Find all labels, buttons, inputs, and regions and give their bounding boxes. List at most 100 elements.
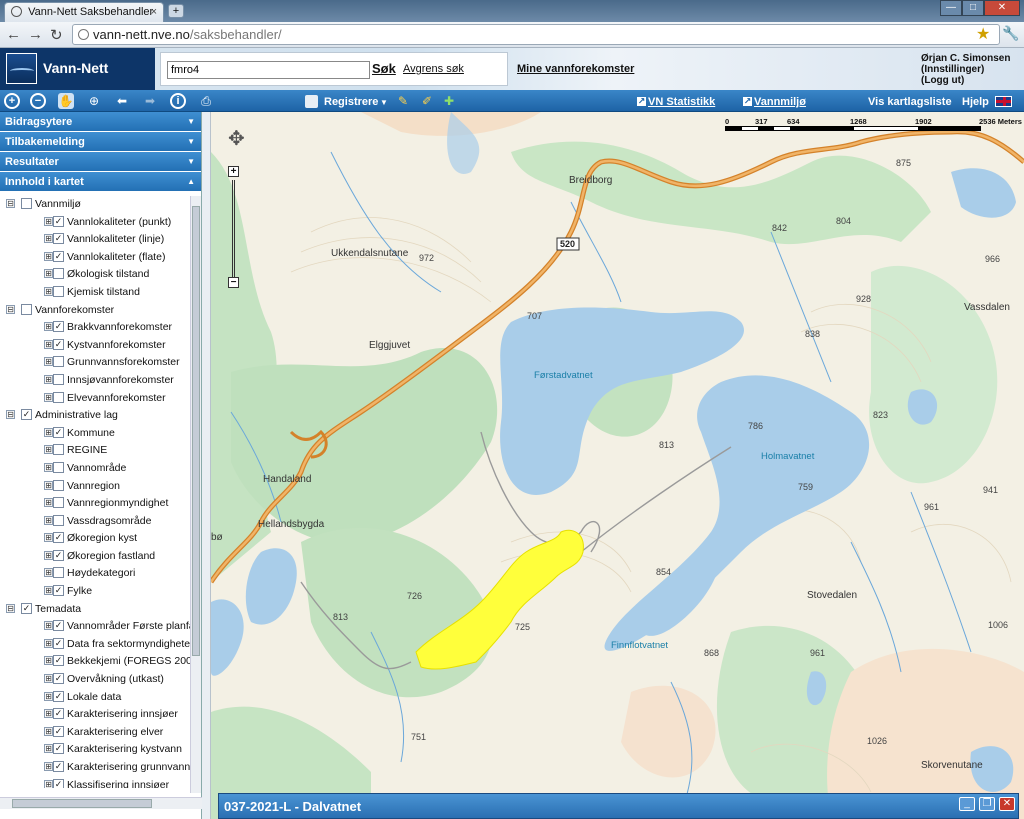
app-brand[interactable]: Vann-Nett: [0, 48, 155, 90]
layer-checkbox[interactable]: [53, 373, 64, 385]
expand-icon[interactable]: ⊞: [44, 726, 53, 736]
layer-tree-item[interactable]: ⊞ ✓ Fylke: [0, 583, 190, 601]
layer-tree-item[interactable]: ⊞ ✓ Vannlokaliteter (flate): [0, 249, 190, 267]
panel-splitter[interactable]: [202, 112, 211, 819]
help-link[interactable]: Hjelp: [962, 96, 989, 108]
layer-tree-item[interactable]: ⊟ ✓ Temadata: [0, 601, 190, 619]
layer-tree-item[interactable]: ⊞ ✓ Klassifisering innsjøer: [0, 777, 190, 788]
wrench-icon[interactable]: 🔧: [1002, 25, 1019, 42]
forward-button[interactable]: →: [28, 26, 43, 43]
expand-icon[interactable]: ⊞: [44, 392, 53, 402]
layer-tree-item[interactable]: ⊞ Økologisk tilstand: [0, 266, 190, 284]
pan-control-icon[interactable]: ✥: [228, 126, 252, 156]
expand-icon[interactable]: ⊞: [44, 586, 53, 596]
sidebar-vertical-scrollbar[interactable]: [190, 196, 201, 793]
add-object-icon[interactable]: ✚: [441, 93, 457, 109]
expand-icon[interactable]: ⊞: [44, 691, 53, 701]
expand-icon[interactable]: ⊞: [44, 357, 53, 367]
collapse-icon[interactable]: ⊟: [6, 199, 15, 208]
layer-checkbox[interactable]: [53, 268, 64, 280]
layer-checkbox[interactable]: ✓: [21, 409, 32, 421]
window-maximize-button[interactable]: □: [962, 0, 984, 16]
layer-tree-item[interactable]: ⊞ Grunnvannsforekomster: [0, 354, 190, 372]
search-button[interactable]: Søk: [372, 61, 396, 76]
expand-icon[interactable]: ⊞: [44, 656, 53, 666]
print-icon[interactable]: ⎙: [198, 93, 214, 109]
scrollbar-thumb[interactable]: [12, 799, 152, 808]
back-button[interactable]: ←: [6, 26, 21, 43]
layer-checkbox[interactable]: ✓: [53, 250, 64, 262]
layer-checkbox[interactable]: [53, 356, 64, 368]
dialog-minimize-button[interactable]: _: [959, 797, 975, 811]
expand-icon[interactable]: ⊞: [44, 709, 53, 719]
section-tilbakemelding[interactable]: Tilbakemelding ▼: [0, 132, 201, 152]
zoom-out-icon[interactable]: −: [30, 93, 46, 109]
zoom-extent-icon[interactable]: ⊕: [86, 93, 102, 109]
layer-checkbox[interactable]: ✓: [53, 338, 64, 350]
dialog-close-button[interactable]: ✕: [999, 797, 1015, 811]
layer-tree-item[interactable]: ⊞ ✓ Kystvannforekomster: [0, 337, 190, 355]
layer-checkbox[interactable]: ✓: [53, 655, 64, 667]
expand-icon[interactable]: ⊞: [44, 445, 53, 455]
layer-tree-item[interactable]: ⊞ ✓ Data fra sektormyndighete: [0, 636, 190, 654]
layer-checkbox[interactable]: ✓: [53, 233, 64, 245]
expand-icon[interactable]: ⊞: [44, 427, 53, 437]
window-minimize-button[interactable]: —: [940, 0, 962, 16]
map-view[interactable]: Breidborg Ukkendalsnutane Elggjuvet Førs…: [211, 112, 1024, 819]
layer-checkbox[interactable]: ✓: [21, 602, 32, 614]
expand-icon[interactable]: ⊞: [44, 779, 53, 788]
previous-extent-icon[interactable]: ⬅: [114, 93, 130, 109]
dialog-restore-button[interactable]: ❐: [979, 797, 995, 811]
pan-hand-icon[interactable]: ✋: [58, 93, 74, 109]
zoom-in-icon[interactable]: +: [4, 93, 20, 109]
layer-checkbox[interactable]: ✓: [53, 585, 64, 597]
scrollbar-thumb[interactable]: [192, 206, 200, 656]
expand-icon[interactable]: ⊞: [44, 251, 53, 261]
vannmiljo-link[interactable]: Vannmiljø: [754, 96, 806, 108]
register-menu[interactable]: Registrere: [324, 96, 378, 108]
expand-icon[interactable]: ⊞: [44, 638, 53, 648]
draw-tool-icon[interactable]: ✐: [419, 93, 435, 109]
expand-icon[interactable]: ⊞: [44, 480, 53, 490]
expand-icon[interactable]: ⊞: [44, 550, 53, 560]
section-resultater[interactable]: Resultater ▼: [0, 152, 201, 172]
layer-tree-item[interactable]: ⊞ ✓ Brakkvannforekomster: [0, 319, 190, 337]
layer-checkbox[interactable]: [53, 497, 64, 509]
expand-icon[interactable]: ⊞: [44, 568, 53, 578]
layer-tree-item[interactable]: ⊞ ✓ Karakterisering grunnvann: [0, 759, 190, 777]
layer-tree-item[interactable]: ⊞ ✓ Overvåkning (utkast): [0, 671, 190, 689]
browser-tab[interactable]: Vann-Nett Saksbehandler ×: [4, 2, 164, 22]
logout-link[interactable]: (Logg ut): [921, 75, 1010, 86]
address-bar[interactable]: vann-nett.nve.no/saksbehandler/: [72, 24, 1000, 45]
layer-tree-item[interactable]: ⊞ Høydekategori: [0, 565, 190, 583]
layer-tree-item[interactable]: ⊞ ✓ Bekkekjemi (FOREGS 2008: [0, 653, 190, 671]
layer-checkbox[interactable]: [21, 303, 32, 315]
collapse-icon[interactable]: ⊟: [6, 304, 15, 314]
layer-tree-item[interactable]: ⊞ ✓ Lokale data: [0, 689, 190, 707]
next-extent-icon[interactable]: ➡: [142, 93, 158, 109]
layer-checkbox[interactable]: ✓: [53, 549, 64, 561]
layer-checkbox[interactable]: ✓: [53, 620, 64, 632]
layer-checkbox[interactable]: [21, 198, 32, 209]
expand-icon[interactable]: ⊞: [44, 762, 53, 771]
layer-tree-item[interactable]: ⊞ ✓ Karakterisering innsjøer: [0, 706, 190, 724]
info-icon[interactable]: i: [170, 93, 186, 109]
english-flag-icon[interactable]: [995, 96, 1012, 107]
layer-tree-item[interactable]: ⊞ Kjemisk tilstand: [0, 284, 190, 302]
expand-icon[interactable]: ⊞: [44, 286, 53, 296]
expand-icon[interactable]: ⊞: [44, 674, 53, 684]
expand-icon[interactable]: ⊞: [44, 234, 53, 244]
refine-search-link[interactable]: Avgrens søk: [403, 63, 464, 75]
layer-tree-item[interactable]: ⊞ Vannregion: [0, 478, 190, 496]
layer-tree-item[interactable]: ⊟ Vannforekomster: [0, 302, 190, 320]
expand-icon[interactable]: ⊞: [44, 269, 53, 279]
collapse-icon[interactable]: ⊟: [6, 603, 15, 613]
layer-tree-item[interactable]: ⊞ ✓ Kommune: [0, 425, 190, 443]
edit-tool-icon[interactable]: ✎: [395, 93, 411, 109]
new-tab-button[interactable]: +: [168, 4, 184, 18]
layer-tree-item[interactable]: ⊞ ✓ Vannlokaliteter (punkt): [0, 214, 190, 232]
sidebar-horizontal-scrollbar[interactable]: [0, 797, 202, 809]
layer-tree-item[interactable]: ⊞ ✓ Økoregion fastland: [0, 548, 190, 566]
bookmark-star-icon[interactable]: ★: [976, 24, 990, 44]
layer-checkbox[interactable]: ✓: [53, 743, 64, 755]
